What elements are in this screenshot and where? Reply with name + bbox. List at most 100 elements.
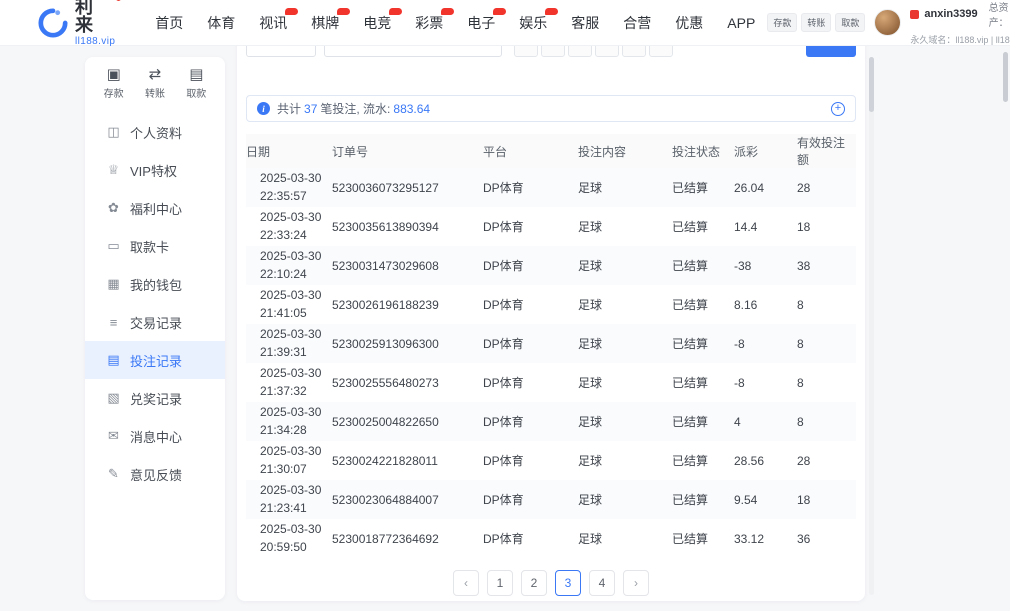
nav-item-label: 优惠 bbox=[675, 15, 703, 31]
expand-icon[interactable]: + bbox=[831, 102, 845, 116]
bet-time: 21:34:28 bbox=[260, 422, 332, 439]
sidebar-menu-item[interactable]: ▧ 兑奖记录 bbox=[85, 379, 225, 417]
nav-item-label: 电子 bbox=[467, 15, 495, 31]
hot-badge-icon bbox=[389, 8, 402, 15]
brand-logo[interactable]: 利来 ll188.vip bbox=[38, 0, 115, 47]
page-number-button[interactable]: 1 bbox=[487, 570, 513, 596]
nav-item[interactable]: 优惠 bbox=[663, 0, 715, 46]
cell-valid-amount: 18 bbox=[797, 480, 856, 519]
prev-page-button[interactable]: ‹ bbox=[453, 570, 479, 596]
cell-valid-amount: 8 bbox=[797, 402, 856, 441]
cell-valid-amount: 28 bbox=[797, 168, 856, 207]
content-scrollbar-thumb[interactable] bbox=[869, 57, 874, 112]
page-number-button[interactable]: 4 bbox=[589, 570, 615, 596]
cell-platform: DP体育 bbox=[483, 480, 578, 519]
bet-date: 2025-03-30 bbox=[260, 248, 332, 265]
nav-item-label: 视讯 bbox=[259, 15, 287, 31]
cell-date: 2025-03-30 22:33:24 bbox=[246, 207, 332, 246]
cell-order-number: 5230031473029608 bbox=[332, 246, 483, 285]
cell-payout: 9.54 bbox=[734, 480, 797, 519]
cell-bet-content: 足球 bbox=[578, 246, 672, 285]
cell-bet-content: 足球 bbox=[578, 324, 672, 363]
cell-bet-content: 足球 bbox=[578, 285, 672, 324]
cell-order-number: 5230023064884007 bbox=[332, 480, 483, 519]
bet-date: 2025-03-30 bbox=[260, 365, 332, 382]
nav-item[interactable]: APP bbox=[715, 0, 767, 46]
nav-item[interactable]: 体育 bbox=[195, 0, 247, 46]
flow-total: 883.64 bbox=[393, 102, 430, 116]
sidebar-menu-item[interactable]: ◫ 个人资料 bbox=[85, 113, 225, 151]
sidebar-menu-item[interactable]: ♕ VIP特权 bbox=[85, 151, 225, 189]
quick-action[interactable]: ▤ 取款 bbox=[186, 66, 206, 100]
cell-platform: DP体育 bbox=[483, 519, 578, 558]
sidebar-menu-item[interactable]: ✎ 意见反馈 bbox=[85, 455, 225, 493]
table-row: 2025-03-30 21:30:07 5230024221828011 DP体… bbox=[246, 441, 856, 480]
cell-date: 2025-03-30 22:10:24 bbox=[246, 246, 332, 285]
page-number-button[interactable]: 2 bbox=[521, 570, 547, 596]
nav-item[interactable]: 电竞 bbox=[351, 0, 403, 46]
nav-item[interactable]: 合营 bbox=[611, 0, 663, 46]
cell-bet-status: 已结算 bbox=[672, 480, 734, 519]
sidebar-menu-item[interactable]: ▦ 我的钱包 bbox=[85, 265, 225, 303]
cell-bet-status: 已结算 bbox=[672, 363, 734, 402]
cell-payout: 4 bbox=[734, 402, 797, 441]
bet-date: 2025-03-30 bbox=[260, 443, 332, 460]
sidebar-menu-item-label: 投注记录 bbox=[130, 351, 182, 370]
bet-time: 21:23:41 bbox=[260, 500, 332, 517]
hot-badge-icon bbox=[337, 8, 350, 15]
nav-item[interactable]: 客服 bbox=[559, 0, 611, 46]
column-header: 有效投注额 bbox=[797, 134, 856, 168]
cell-bet-status: 已结算 bbox=[672, 441, 734, 480]
cell-bet-content: 足球 bbox=[578, 207, 672, 246]
wallet-link-button[interactable]: 取款 bbox=[835, 13, 865, 32]
sidebar-menu-item-label: 意见反馈 bbox=[130, 465, 182, 484]
cell-platform: DP体育 bbox=[483, 207, 578, 246]
wallet-link-button[interactable]: 转账 bbox=[801, 13, 831, 32]
quick-action[interactable]: ⇄ 转账 bbox=[145, 66, 165, 100]
feedback-icon: ✎ bbox=[106, 466, 121, 482]
user-avatar[interactable] bbox=[874, 9, 901, 36]
page-number-button[interactable]: 3 bbox=[555, 570, 581, 596]
cell-payout: 26.04 bbox=[734, 168, 797, 207]
bet-time: 21:30:07 bbox=[260, 461, 332, 478]
hot-badge-icon bbox=[285, 8, 298, 15]
cell-bet-content: 足球 bbox=[578, 402, 672, 441]
sidebar-menu-item[interactable]: ≡ 交易记录 bbox=[85, 303, 225, 341]
quick-action[interactable]: ▣ 存款 bbox=[104, 66, 124, 100]
cell-payout: 14.4 bbox=[734, 207, 797, 246]
cell-bet-content: 足球 bbox=[578, 480, 672, 519]
sidebar-menu-item-label: 交易记录 bbox=[130, 313, 182, 332]
transfer-icon: ⇄ bbox=[149, 66, 162, 83]
sidebar-menu-item[interactable]: ▭ 取款卡 bbox=[85, 227, 225, 265]
column-header: 投注内容 bbox=[578, 134, 672, 168]
cell-valid-amount: 8 bbox=[797, 285, 856, 324]
sidebar-menu-item-label: 取款卡 bbox=[130, 237, 169, 256]
column-header: 平台 bbox=[483, 134, 578, 168]
nav-item[interactable]: 棋牌 bbox=[299, 0, 351, 46]
page-scrollbar-thumb[interactable] bbox=[1003, 52, 1008, 102]
transactions-icon: ≡ bbox=[106, 315, 121, 330]
cell-platform: DP体育 bbox=[483, 363, 578, 402]
nav-item[interactable]: 电子 bbox=[455, 0, 507, 46]
next-page-button[interactable]: › bbox=[623, 570, 649, 596]
sidebar-quick-actions: ▣ 存款 ⇄ 转账 ▤ 取款 bbox=[85, 57, 225, 104]
wallet-link-button[interactable]: 存款 bbox=[767, 13, 797, 32]
nav-item[interactable]: 视讯 bbox=[247, 0, 299, 46]
nav-item[interactable]: 彩票 bbox=[403, 0, 455, 46]
table-row: 2025-03-30 22:33:24 5230035613890394 DP体… bbox=[246, 207, 856, 246]
cell-payout: 8.16 bbox=[734, 285, 797, 324]
sidebar-menu-item[interactable]: ✿ 福利中心 bbox=[85, 189, 225, 227]
assets-label: 总资产： bbox=[989, 0, 1009, 29]
nav-item-label: 棋牌 bbox=[311, 15, 339, 31]
message-center-icon: ✉ bbox=[106, 428, 121, 444]
sidebar-menu-item[interactable]: ▤ 投注记录 bbox=[85, 341, 225, 379]
sidebar-menu-item[interactable]: ✉ 消息中心 bbox=[85, 417, 225, 455]
nav-item[interactable]: 首页 bbox=[143, 0, 195, 46]
sidebar-menu-item-label: VIP特权 bbox=[130, 161, 177, 180]
brand-swirl-icon bbox=[38, 8, 68, 38]
cell-platform: DP体育 bbox=[483, 246, 578, 285]
cell-bet-content: 足球 bbox=[578, 168, 672, 207]
cell-bet-content: 足球 bbox=[578, 363, 672, 402]
sidebar-menu-item-label: 消息中心 bbox=[130, 427, 182, 446]
nav-item[interactable]: 娱乐 bbox=[507, 0, 559, 46]
